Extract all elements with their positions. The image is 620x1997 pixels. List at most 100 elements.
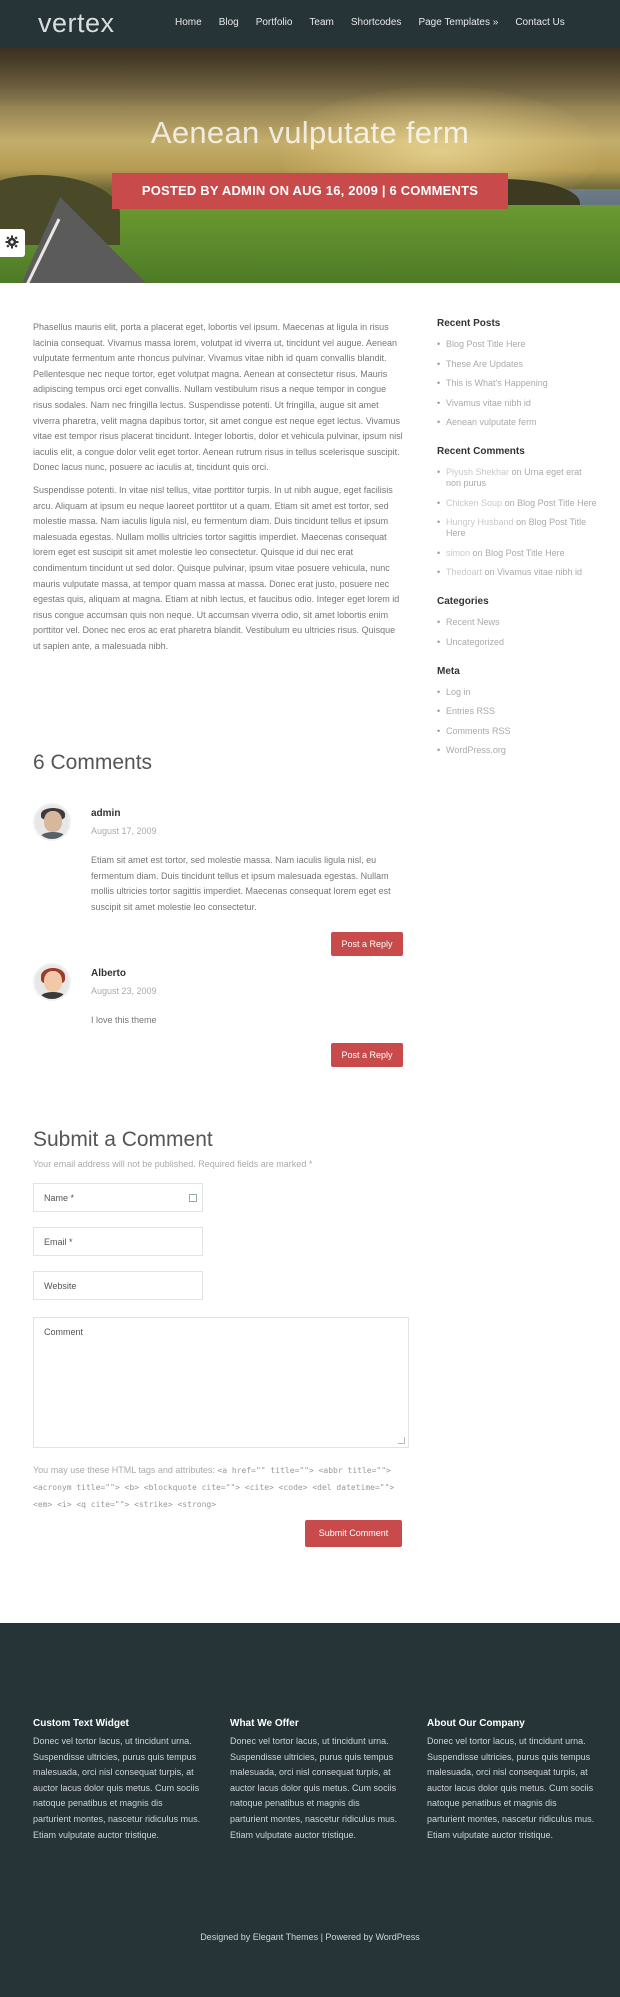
comment-placeholder: Comment [44,1327,84,1337]
name-field[interactable]: Name * [33,1183,203,1212]
comment-post-link[interactable]: Vivamus vitae nibh id [497,567,582,577]
footer-widget: What We Offer Donec vel tortor lacus, ut… [230,1718,400,1843]
reply-button[interactable]: Post a Reply [331,932,403,956]
footer-widget-text: Donec vel tortor lacus, ut tincidunt urn… [33,1736,201,1840]
comment-author-link[interactable]: Chicken Soup [446,498,502,508]
sidebar: Recent Posts Blog Post Title Here These … [437,318,597,774]
hero-road [20,197,150,283]
reply-button[interactable]: Post a Reply [331,1043,403,1067]
name-placeholder: Name * [44,1193,75,1203]
comment-text: I love this theme [91,1015,157,1025]
recent-post-link[interactable]: This is What's Happening [437,378,597,389]
footer-widget: Custom Text Widget Donec vel tortor lacu… [33,1718,203,1843]
site-logo[interactable]: vertex [38,8,115,39]
comment-item: admin August 17, 2009 Etiam sit amet est… [33,803,403,956]
meta-list: Log in Entries RSS Comments RSS WordPres… [437,687,597,757]
comment-item: Alberto August 23, 2009 I love this them… [33,963,403,1073]
comment-on-label: on [516,517,527,527]
meta-link-login[interactable]: Log in [437,687,597,698]
comment-author: Alberto [91,968,126,979]
comment-on-label: on [472,547,483,558]
comment-author: admin [91,808,121,819]
post-content: Phasellus mauris elit, porta a placerat … [33,320,403,661]
settings-tab[interactable] [0,229,25,257]
main-nav: Home Blog Portfolio Team Shortcodes Page… [175,17,582,28]
autofill-icon [189,1194,197,1202]
meta-link-comments-rss[interactable]: Comments RSS [437,726,597,737]
comment-on-label: on [504,497,515,508]
recent-post-link[interactable]: Vivamus vitae nibh id [437,398,597,409]
nav-item-portfolio[interactable]: Portfolio [256,17,293,28]
recent-comment-item: simon on Blog Post Title Here [437,548,597,559]
email-placeholder: Email * [44,1237,73,1247]
form-title: Submit a Comment [33,1128,213,1151]
avatar-face [44,971,62,992]
recent-post-link[interactable]: Blog Post Title Here [437,339,597,350]
avatar-body [39,832,67,839]
comment-text: Etiam sit amet est tortor, sed molestie … [91,855,391,912]
form-note: Your email address will not be published… [33,1159,313,1169]
comment-author-link[interactable]: simon [446,548,470,558]
comment-on-label: on [484,567,495,577]
comment-textarea[interactable]: Comment [33,1317,409,1448]
recent-comments-list: Piyush Shekhar on Urna eget erat non pur… [437,467,597,578]
footer-widget-title: What We Offer [230,1718,299,1729]
comment-author-link[interactable]: Piyush Shekhar [446,467,509,477]
nav-item-home[interactable]: Home [175,17,202,28]
nav-item-blog[interactable]: Blog [219,17,239,28]
category-link[interactable]: Uncategorized [437,637,597,648]
post-paragraph: Phasellus mauris elit, porta a placerat … [33,322,403,473]
website-field[interactable]: Website [33,1271,203,1300]
nav-item-team[interactable]: Team [309,17,333,28]
meta-link-entries-rss[interactable]: Entries RSS [437,706,597,717]
recent-post-link[interactable]: These Are Updates [437,359,597,370]
recent-comments-title: Recent Comments [437,446,525,457]
category-link[interactable]: Recent News [437,617,597,628]
submit-comment-button[interactable]: Submit Comment [305,1520,402,1547]
comment-author-link[interactable]: Thedoart [446,567,482,577]
categories-list: Recent News Uncategorized [437,617,597,648]
recent-comment-item: Chicken Soup on Blog Post Title Here [437,498,597,509]
website-placeholder: Website [44,1281,77,1291]
post-paragraph: Suspendisse potenti. In vitae nisl tellu… [33,484,400,651]
site-header: vertex Home Blog Portfolio Team Shortcod… [0,0,620,47]
hero-clouds [0,47,620,107]
recent-comment-item: Thedoart on Vivamus vitae nibh id [437,567,597,578]
comment-post-link[interactable]: Blog Post Title Here [485,548,565,558]
email-field[interactable]: Email * [33,1227,203,1256]
recent-posts-list: Blog Post Title Here These Are Updates T… [437,339,597,428]
avatar-face [44,811,62,832]
nav-item-page-templates[interactable]: Page Templates » [418,17,498,28]
footer-credits: Designed by Elegant Themes | Powered by … [200,1932,420,1942]
gear-icon [5,235,19,249]
avatar [33,963,71,1001]
avatar-body [39,992,67,999]
comment-date[interactable]: August 23, 2009 [91,986,157,996]
comment-on-label: on [511,467,522,477]
comment-date[interactable]: August 17, 2009 [91,826,157,836]
meta-title: Meta [437,665,460,677]
footer-widget: About Our Company Donec vel tortor lacus… [427,1718,597,1843]
recent-comment-item: Piyush Shekhar on Urna eget erat non pur… [437,467,597,489]
footer-widget-title: Custom Text Widget [33,1718,129,1729]
recent-posts-title: Recent Posts [437,318,501,329]
resize-handle-icon[interactable] [398,1437,405,1444]
avatar [33,803,71,841]
recent-comment-item: Hungry Husband on Blog Post Title Here [437,517,597,539]
comment-author-link[interactable]: Hungry Husband [446,517,514,527]
footer-widget-text: Donec vel tortor lacus, ut tincidunt urn… [230,1736,398,1840]
footer-widget-text: Donec vel tortor lacus, ut tincidunt urn… [427,1736,595,1840]
site-footer: Custom Text Widget Donec vel tortor lacu… [0,1623,620,1997]
recent-post-link[interactable]: Aenean vulputate ferm [437,417,597,428]
hero-banner: Aenean vulputate ferm POSTED BY ADMIN ON… [0,47,620,283]
meta-link-wordpress[interactable]: WordPress.org [437,745,597,756]
post-meta-bar: POSTED BY ADMIN ON AUG 16, 2009 | 6 COMM… [112,173,508,209]
comments-title: 6 Comments [33,751,153,774]
allowed-tags-intro: You may use these HTML tags and attribut… [33,1465,215,1475]
post-title: Aenean vulputate ferm [150,115,470,150]
comment-post-link[interactable]: Blog Post Title Here [517,498,597,508]
nav-item-contact[interactable]: Contact Us [515,17,564,28]
footer-widget-title: About Our Company [427,1718,525,1729]
nav-item-shortcodes[interactable]: Shortcodes [351,17,402,28]
allowed-tags-note: You may use these HTML tags and attribut… [33,1462,409,1513]
